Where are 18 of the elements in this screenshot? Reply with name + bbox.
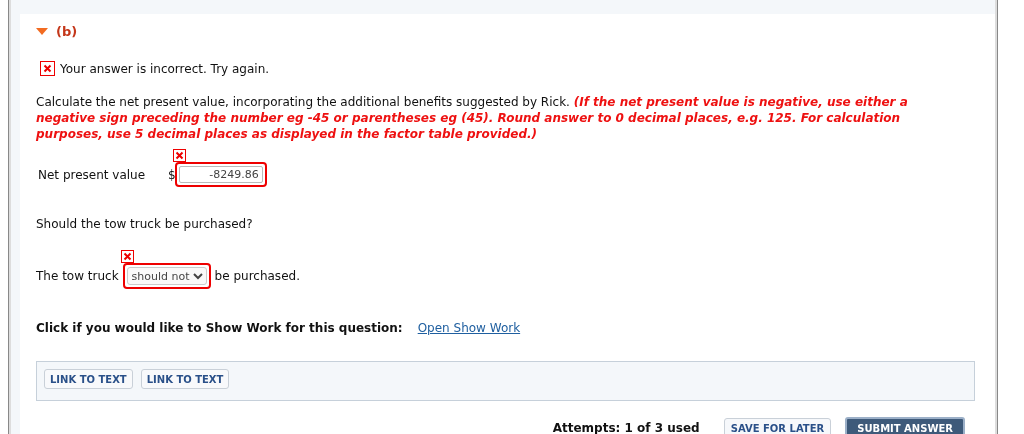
attempts-counter: Attempts: 1 of 3 used bbox=[552, 421, 700, 434]
show-work-prompt: Click if you would like to Show Work for this question: bbox=[36, 321, 403, 335]
instructions-text: Calculate the net present value, incorporating the additional benefits suggested by Rick. (If the net present value is negative, use either a negative sign preceding the number eg -45 or parentheses eg (45). Round answer to 0 decimal places, e.g. 125. For calculation purposes, use 5 decimal places as displayed in the factor table provided.) bbox=[36, 94, 909, 142]
open-show-work-link[interactable]: Open Show Work bbox=[417, 321, 521, 335]
sentence-start: The tow truck bbox=[36, 269, 119, 283]
currency-symbol: $ bbox=[168, 167, 176, 182]
link-to-text-button[interactable]: LINK TO TEXT bbox=[140, 369, 230, 389]
collapse-triangle-icon[interactable] bbox=[36, 27, 48, 36]
question-text: Should the tow truck be purchased? bbox=[36, 217, 254, 231]
link-to-text-button[interactable]: LINK TO TEXT bbox=[44, 369, 133, 389]
npv-input[interactable]: -8249.86 bbox=[178, 166, 263, 183]
part-label: (b) bbox=[56, 24, 78, 39]
sentence-end: be purchased. bbox=[214, 269, 300, 283]
submit-answer-button[interactable]: SUBMIT ANSWER bbox=[845, 417, 965, 434]
save-for-later-button[interactable]: SAVE FOR LATER bbox=[723, 417, 832, 434]
answer-dropdown[interactable]: should not bbox=[126, 267, 207, 285]
field-label: Net present value bbox=[37, 167, 147, 182]
feedback-message: Your answer is incorrect. Try again. bbox=[60, 61, 270, 76]
